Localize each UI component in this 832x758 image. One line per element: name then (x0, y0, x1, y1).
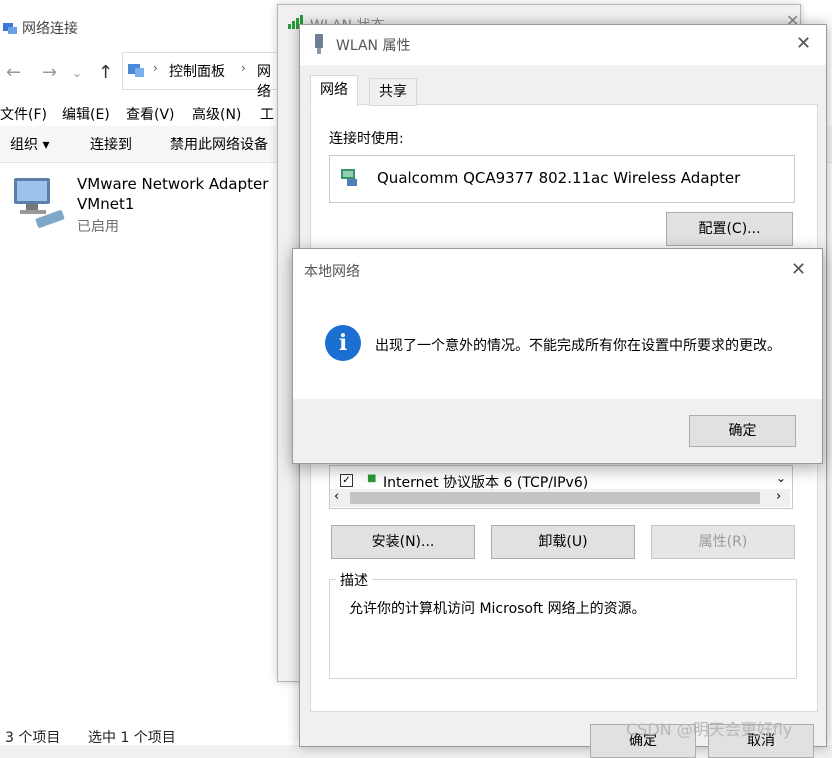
menu-view[interactable]: 查看(V) (126, 104, 175, 124)
scroll-right-icon[interactable]: › (776, 489, 781, 504)
dialog-message: 出现了一个意外的情况。不能完成所有你在设置中所要求的更改。 (375, 338, 781, 354)
scroll-left-icon[interactable]: ‹ (334, 489, 339, 504)
adapter-field: Qualcomm QCA9377 802.11ac Wireless Adapt… (329, 155, 795, 203)
adapter-name[interactable]: VMware Network Adapter (77, 175, 268, 193)
adapter-subname: VMnet1 (77, 195, 135, 213)
forward-arrow-icon[interactable]: → (42, 62, 57, 83)
description-group (329, 579, 797, 679)
menu-advanced[interactable]: 高级(N) (192, 104, 241, 124)
properties-title: WLAN 属性 (336, 38, 411, 54)
network-folder-icon (3, 23, 17, 34)
watermark: CSDN @明天会更好fly (626, 720, 793, 739)
breadcrumb-chevron-icon: › (241, 61, 246, 75)
organize-button[interactable]: 组织 ▾ (10, 134, 49, 154)
address-bar[interactable]: › 控制面板 › 网络 (122, 52, 284, 100)
scrollbar-thumb[interactable] (350, 492, 760, 504)
network-card-icon (315, 34, 323, 54)
tab-network[interactable]: 网络 (310, 75, 358, 107)
menu-edit[interactable]: 编辑(E) (62, 104, 110, 124)
back-arrow-icon[interactable]: ← (6, 62, 21, 83)
network-adapter-icon[interactable] (12, 174, 70, 228)
breadcrumb-control-panel[interactable]: 控制面板 (169, 61, 225, 81)
description-text: 允许你的计算机访问 Microsoft 网络上的资源。 (349, 601, 646, 617)
item-count: 3 个项目 (5, 730, 61, 746)
adapter-model: Qualcomm QCA9377 802.11ac Wireless Adapt… (377, 169, 741, 187)
menu-tools[interactable]: 工 (260, 104, 274, 124)
configure-button[interactable]: 配置(C)... (666, 212, 793, 246)
breadcrumb-chevron-icon: › (153, 61, 158, 75)
menu-file[interactable]: 文件(F) (0, 104, 47, 124)
connect-to-button[interactable]: 连接到 (90, 134, 132, 154)
connect-using-label: 连接时使用: (329, 131, 404, 147)
protocol-icon: ■ (367, 473, 377, 484)
properties-titlebar: WLAN 属性 ✕ (300, 25, 826, 65)
dialog-ok-button[interactable]: 确定 (689, 415, 796, 447)
ipv6-checkbox[interactable]: ✓ (340, 474, 353, 487)
tab-sharing[interactable]: 共享 (369, 78, 417, 106)
recent-dropdown-icon[interactable]: ⌄ (72, 66, 82, 80)
control-panel-icon (128, 64, 144, 77)
up-arrow-icon[interactable]: ↑ (98, 62, 113, 83)
close-icon[interactable]: ✕ (796, 33, 811, 54)
explorer-title: 网络连接 (22, 21, 78, 37)
selected-count: 选中 1 个项目 (88, 730, 176, 746)
horizontal-scrollbar[interactable]: ‹ › (330, 489, 790, 507)
description-legend: 描述 (336, 570, 372, 590)
install-button[interactable]: 安装(N)... (331, 525, 475, 559)
local-network-dialog: 本地网络 ✕ i 出现了一个意外的情况。不能完成所有你在设置中所要求的更改。 确… (292, 248, 823, 464)
info-icon: i (325, 325, 361, 361)
adapter-state: 已启用 (77, 219, 119, 235)
scroll-down-icon[interactable]: ⌄ (776, 471, 786, 485)
network-adapter-icon (341, 169, 357, 186)
dialog-title: 本地网络 (304, 264, 360, 280)
close-icon[interactable]: ✕ (791, 259, 806, 280)
properties-button[interactable]: 属性(R) (651, 525, 795, 559)
uninstall-button[interactable]: 卸载(U) (491, 525, 635, 559)
disable-device-button[interactable]: 禁用此网络设备 (170, 134, 268, 154)
